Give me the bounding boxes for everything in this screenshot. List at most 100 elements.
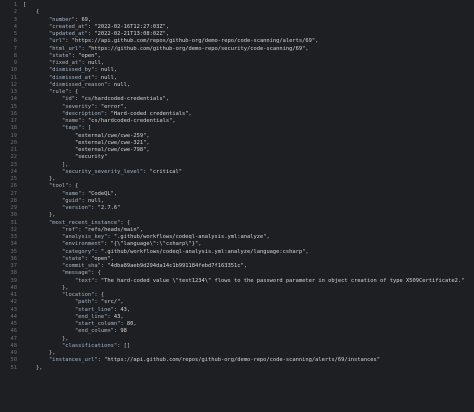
code-line[interactable]: 28 "guid": null, [0, 198, 474, 205]
line-text: "start_column": 80, [74, 321, 137, 327]
code-line[interactable]: 18 "tags": [ [0, 125, 474, 132]
code-line[interactable]: 50 "instances_url": "https://api.github.… [0, 357, 474, 364]
line-number: 42 [10, 299, 18, 306]
line-text: "description": "Hard-coded credentials", [61, 110, 192, 117]
line-number: 24 [10, 168, 18, 175]
code-line[interactable]: 21 "external/cwe/cwe-798", [0, 147, 474, 154]
line-text: "instances_url": "https://api.github.com… [48, 357, 381, 364]
line-text: "dismissed_by": null, [48, 67, 118, 74]
line-number: 47 [10, 335, 18, 342]
line-text: }, [23, 335, 69, 342]
line-text: "state": "open", [48, 52, 101, 59]
line-text: "category": ".github/workflows/codeql-an… [61, 248, 309, 255]
code-line[interactable]: 16 "description": "Hard-coded credential… [0, 111, 474, 118]
line-number: 29 [10, 205, 18, 211]
line-text: ], [23, 161, 69, 168]
line-text: "url": "https://api.github.com/repos/git… [48, 38, 319, 45]
code-line[interactable]: 4 "created_at": "2022-02-16T12:27:03Z", [0, 24, 474, 31]
line-text: "tags": [ [61, 125, 92, 132]
code-line[interactable]: 31 "most_recent_instance": { [0, 220, 474, 227]
line-text: }, [23, 284, 69, 291]
code-line[interactable]: 14 "id": "cs/hardcoded-credentials", [0, 96, 474, 103]
line-number: 37 [10, 263, 18, 269]
line-number: 5 [13, 31, 17, 37]
code-line[interactable]: 32 "ref": "refs/heads/main", [0, 227, 474, 234]
code-line[interactable]: 8 "state": "open", [0, 53, 474, 60]
code-line[interactable]: 42 "path": "src/", [0, 299, 474, 306]
code-line[interactable]: 15 "severity": "error", [0, 104, 474, 111]
line-number: 43 [10, 306, 18, 313]
code-line[interactable]: 30 }, [0, 212, 474, 219]
line-text: "severity": "error", [61, 103, 127, 110]
code-line[interactable]: 11 "dismissed_at": null, [0, 75, 474, 82]
line-text: [ [23, 2, 27, 8]
code-line[interactable]: 10 "dismissed_by": null, [0, 67, 474, 74]
line-number: 19 [10, 132, 18, 139]
code-line[interactable]: 40 }, [0, 285, 474, 292]
json-editor[interactable]: 1[2 {3 "number": 69, 4 "created_at": "202… [0, 0, 474, 412]
line-number: 25 [10, 176, 18, 182]
code-line[interactable]: 7 "html_url": "https://github.com/github… [0, 46, 474, 53]
code-line[interactable]: 27 "name": "CodeQL", [0, 191, 474, 198]
code-line[interactable]: 37 "commit_sha": "4dba89aeb9d294da14c1b9… [0, 263, 474, 270]
line-number: 10 [10, 67, 18, 74]
code-line[interactable]: 5 "updated_at": "2022-02-21T13:08:02Z", [0, 31, 474, 38]
line-number: 44 [10, 313, 18, 320]
line-number: 2 [13, 9, 17, 16]
code-line[interactable]: 33 "analysis_key": ".github/workflows/co… [0, 234, 474, 241]
code-line[interactable]: 41 "location": { [0, 292, 474, 299]
line-text: { [23, 9, 40, 16]
line-text: "text": "The hard-coded value \"test1234… [74, 277, 465, 284]
line-text: "security_severity_level": "critical" [61, 168, 183, 175]
code-line[interactable]: 26 "tool": { [0, 183, 474, 190]
line-number: 7 [13, 45, 17, 52]
code-line[interactable]: 36 "state": "open", [0, 256, 474, 263]
code-line[interactable]: 23 ], [0, 162, 474, 169]
line-text: "name": "CodeQL", [61, 190, 118, 197]
line-text: }, [23, 364, 43, 371]
line-text: "commit_sha": "4dba89aeb9d294da14c1b9911… [61, 263, 247, 269]
code-line[interactable]: 44 "end_line": 43, [0, 314, 474, 321]
code-line[interactable]: 29 "version": "2.7.6" [0, 205, 474, 212]
code-line[interactable]: 22 "security" [0, 154, 474, 161]
code-line[interactable]: 25 }, [0, 176, 474, 183]
line-text: "analysis_key": ".github/workflows/codeq… [61, 234, 270, 240]
code-line[interactable]: 35 "category": ".github/workflows/codeql… [0, 249, 474, 256]
line-number: 50 [10, 357, 18, 364]
line-text: "html_url": "https://github.com/github-o… [48, 45, 309, 52]
code-line[interactable]: 6 "url": "https://api.github.com/repos/g… [0, 38, 474, 45]
code-area[interactable]: 1[2 {3 "number": 69, 4 "created_at": "202… [0, 2, 474, 372]
line-number: 51 [10, 364, 18, 371]
code-line[interactable]: 3 "number": 69, [0, 17, 474, 24]
code-line[interactable]: 1[ [0, 2, 474, 9]
line-text: "external/cwe/cwe-321", [74, 139, 150, 146]
code-line[interactable]: 24 "security_severity_level": "critical" [0, 169, 474, 176]
line-text: "external/cwe/cwe-798", [74, 147, 150, 153]
line-number: 41 [10, 292, 18, 298]
line-number: 46 [10, 328, 18, 335]
code-line[interactable]: 43 "start_line": 43, [0, 307, 474, 314]
code-line[interactable]: 45 "start_column": 80, [0, 321, 474, 328]
code-line[interactable]: 9 "fixed_at": null, [0, 60, 474, 67]
code-line[interactable]: 47 }, [0, 336, 474, 343]
line-number: 17 [10, 118, 18, 124]
code-line[interactable]: 34 "environment": "{\"language\":\"cshar… [0, 241, 474, 248]
code-line[interactable]: 13 "rule": { [0, 89, 474, 96]
code-line[interactable]: 2 { [0, 9, 474, 16]
line-text: }, [23, 212, 56, 219]
line-number: 8 [13, 52, 17, 59]
code-line[interactable]: 39 "text": "The hard-coded value \"test1… [0, 278, 474, 285]
code-line[interactable]: 17 "name": "cs/hardcoded-credentials", [0, 118, 474, 125]
code-line[interactable]: 46 "end_column": 98 [0, 328, 474, 335]
code-line[interactable]: 49 }, [0, 350, 474, 357]
line-text: "start_line": 43, [74, 306, 131, 313]
code-line[interactable]: 20 "external/cwe/cwe-321", [0, 140, 474, 147]
line-number: 4 [13, 23, 17, 30]
code-line[interactable]: 38 "message": { [0, 270, 474, 277]
code-line[interactable]: 51 }, [0, 365, 474, 372]
code-line[interactable]: 19 "external/cwe/cwe-259", [0, 133, 474, 140]
code-line[interactable]: 12 "dismissed_reason": null, [0, 82, 474, 89]
code-line[interactable]: 48 "classifications": [] [0, 343, 474, 350]
line-number: 15 [10, 103, 18, 110]
line-number: 34 [10, 241, 18, 248]
